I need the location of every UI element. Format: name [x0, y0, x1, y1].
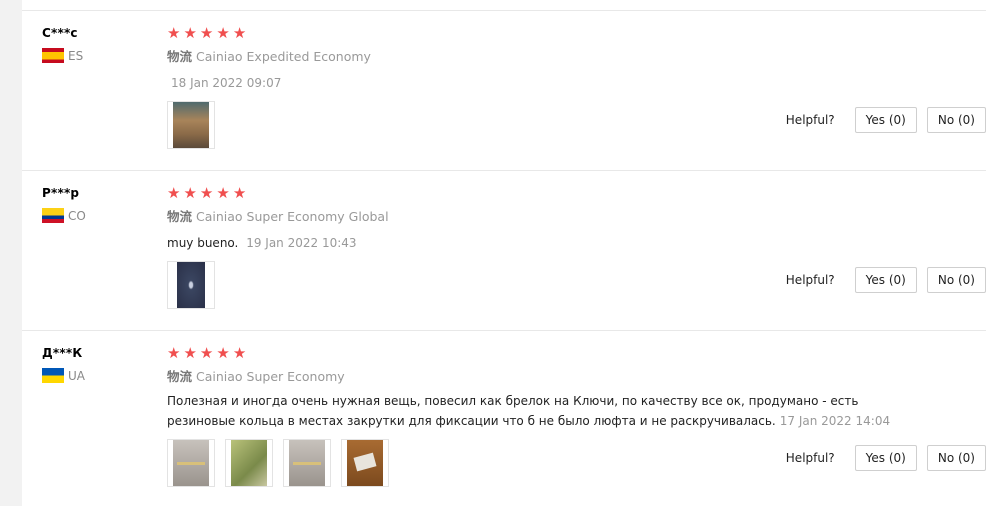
review-text: muy bueno. 19 Jan 2022 10:43 — [167, 233, 927, 253]
review-photos — [167, 101, 215, 149]
review-photo-thumbnail[interactable] — [167, 101, 215, 149]
reviewer-name: Д***К — [42, 346, 83, 360]
review-photos — [167, 439, 389, 487]
review-photo-thumbnail[interactable] — [167, 261, 215, 309]
helpful-vote: Helpful? Yes (0) No (0) — [786, 445, 986, 471]
star-rating: ★ ★ ★ ★ ★ — [167, 345, 927, 361]
star-icon: ★ — [167, 24, 181, 42]
review-item: С***с ES ★ ★ ★ ★ ★ 物流 Cainiao Expedited … — [22, 10, 986, 171]
star-icon: ★ — [167, 344, 181, 362]
helpful-yes-button[interactable]: Yes (0) — [854, 445, 917, 471]
logistics-info: 物流 Cainiao Super Economy Global — [167, 206, 927, 225]
star-icon: ★ — [183, 184, 197, 202]
review-item: P***p CO ★ ★ ★ ★ ★ 物流 Cainiao Super Econ… — [22, 170, 986, 331]
review-list: С***с ES ★ ★ ★ ★ ★ 物流 Cainiao Expedited … — [22, 0, 996, 506]
logistics-method: Cainiao Super Economy Global — [196, 209, 389, 224]
review-date: 17 Jan 2022 14:04 — [779, 414, 891, 428]
star-icon: ★ — [232, 184, 247, 202]
review-content: ★ ★ ★ ★ ★ 物流 Cainiao Expedited Economy 1… — [167, 25, 927, 93]
review-photo-thumbnail[interactable] — [225, 439, 273, 487]
helpful-vote: Helpful? Yes (0) No (0) — [786, 107, 986, 133]
star-rating: ★ ★ ★ ★ ★ — [167, 25, 927, 41]
logistics-prefix: 物流 — [167, 369, 193, 384]
reviewer-name: С***с — [42, 26, 78, 40]
reviewer-country: CO — [42, 208, 86, 223]
logistics-method: Cainiao Expedited Economy — [196, 49, 371, 64]
star-icon: ★ — [199, 184, 214, 202]
logistics-prefix: 物流 — [167, 209, 193, 224]
reviewer-country: UA — [42, 368, 85, 383]
left-rail — [0, 0, 22, 506]
country-code: CO — [68, 208, 86, 223]
reviewer-name: P***p — [42, 186, 80, 200]
star-icon: ★ — [167, 184, 181, 202]
review-photo-thumbnail[interactable] — [341, 439, 389, 487]
review-photos — [167, 261, 215, 309]
star-icon: ★ — [232, 344, 247, 362]
review-meta: 18 Jan 2022 09:07 — [167, 73, 927, 93]
review-body-line-1: Полезная и иногда очень нужная вещь, пов… — [167, 394, 859, 408]
star-icon: ★ — [199, 24, 214, 42]
logistics-method: Cainiao Super Economy — [196, 369, 345, 384]
logistics-info: 物流 Cainiao Super Economy — [167, 366, 927, 385]
flag-co-icon — [42, 208, 64, 223]
star-icon: ★ — [216, 24, 230, 42]
helpful-no-button[interactable]: No (0) — [926, 445, 986, 471]
review-body: muy bueno. — [167, 236, 239, 250]
logistics-info: 物流 Cainiao Expedited Economy — [167, 46, 927, 65]
helpful-vote: Helpful? Yes (0) No (0) — [786, 267, 986, 293]
country-code: UA — [68, 368, 85, 383]
star-icon: ★ — [232, 24, 247, 42]
logistics-prefix: 物流 — [167, 49, 193, 64]
helpful-label: Helpful? — [785, 273, 835, 287]
star-rating: ★ ★ ★ ★ ★ — [167, 185, 927, 201]
star-icon: ★ — [216, 184, 230, 202]
reviewer-info: Д***К UA — [42, 346, 85, 383]
review-text: Полезная и иногда очень нужная вещь, пов… — [167, 391, 927, 431]
star-icon: ★ — [199, 344, 214, 362]
helpful-yes-button[interactable]: Yes (0) — [854, 267, 917, 293]
review-date: 19 Jan 2022 10:43 — [246, 236, 357, 250]
helpful-yes-button[interactable]: Yes (0) — [854, 107, 917, 133]
helpful-label: Helpful? — [785, 113, 835, 127]
reviewer-info: С***с ES — [42, 26, 83, 63]
reviewer-country: ES — [42, 48, 83, 63]
review-date: 18 Jan 2022 09:07 — [171, 76, 282, 90]
helpful-no-button[interactable]: No (0) — [926, 107, 986, 133]
helpful-label: Helpful? — [785, 451, 835, 465]
review-photo-thumbnail[interactable] — [167, 439, 215, 487]
country-code: ES — [68, 48, 84, 63]
flag-es-icon — [42, 48, 64, 63]
star-icon: ★ — [183, 24, 197, 42]
review-photo-thumbnail[interactable] — [283, 439, 331, 487]
helpful-no-button[interactable]: No (0) — [926, 267, 986, 293]
review-content: ★ ★ ★ ★ ★ 物流 Cainiao Super Economy Globa… — [167, 185, 927, 253]
flag-ua-icon — [42, 368, 64, 383]
review-content: ★ ★ ★ ★ ★ 物流 Cainiao Super Economy Полез… — [167, 345, 927, 431]
star-icon: ★ — [216, 344, 230, 362]
review-body-line-2: резиновые кольца в местах закрутки для ф… — [167, 414, 776, 428]
reviewer-info: P***p CO — [42, 186, 86, 223]
review-item: Д***К UA ★ ★ ★ ★ ★ 物流 Cainiao Super Econ… — [22, 330, 986, 507]
star-icon: ★ — [183, 344, 197, 362]
